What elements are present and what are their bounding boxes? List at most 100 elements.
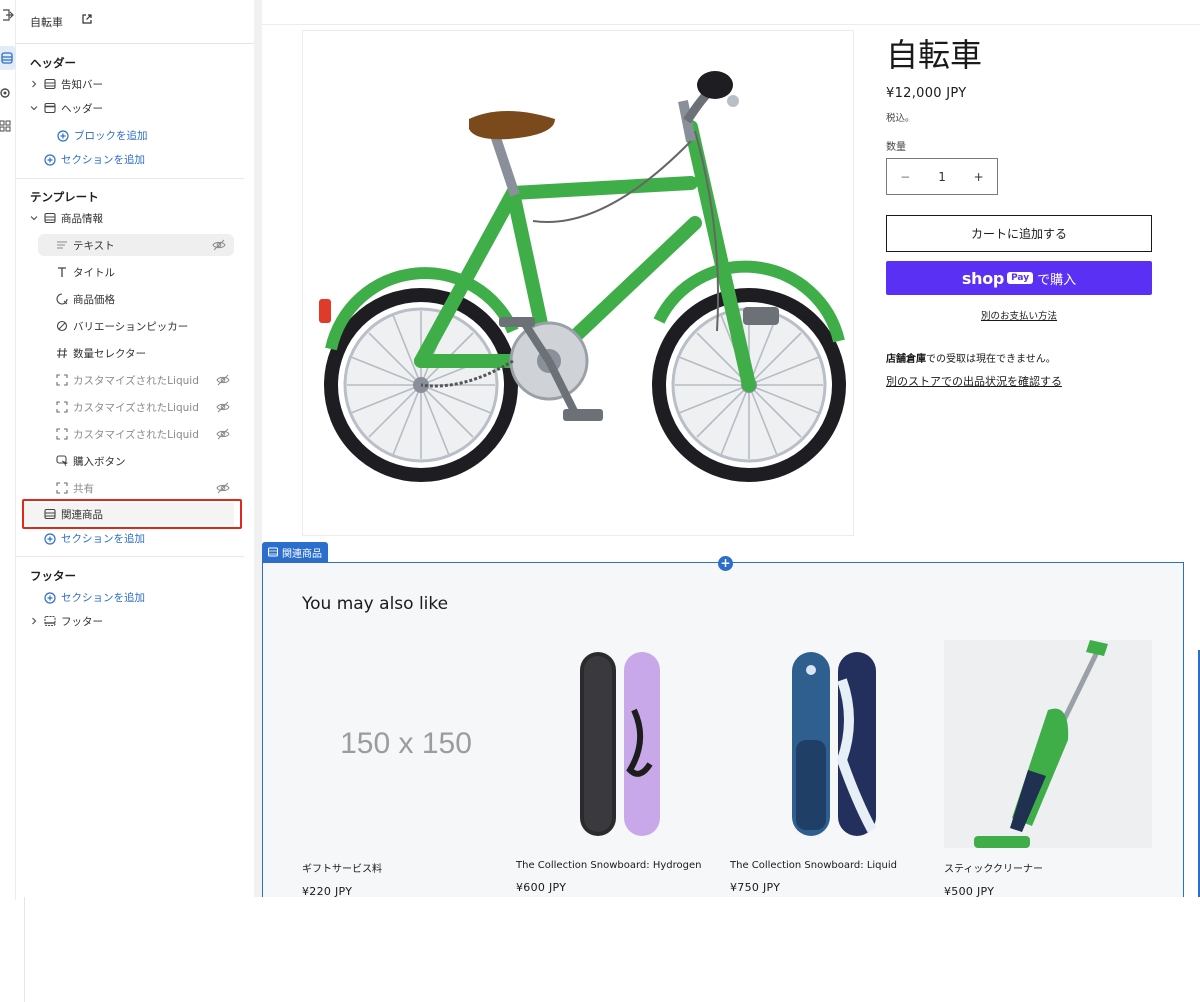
block-item-text[interactable]: テキスト	[38, 234, 234, 256]
block-label: バリエーションピッカー	[73, 320, 189, 333]
product-title: 自転車	[886, 36, 983, 74]
chevron-down-icon[interactable]	[30, 214, 38, 222]
pay-badge: Pay	[1007, 272, 1034, 284]
eye-hidden-icon[interactable]	[216, 401, 230, 413]
block-label: タイトル	[73, 266, 115, 279]
sidebar-item-label: ヘッダー	[61, 102, 103, 115]
sidebar-item-header[interactable]: ヘッダー	[16, 97, 254, 119]
plus-circle-icon	[44, 532, 56, 545]
chevron-down-icon[interactable]	[30, 104, 38, 112]
price-tag-icon	[56, 293, 68, 305]
gear-icon[interactable]	[0, 86, 14, 100]
chevron-right-icon[interactable]	[30, 80, 38, 88]
chevron-right-icon[interactable]	[30, 617, 38, 625]
sidebar-item-announcement-bar[interactable]: 告知バー	[16, 73, 254, 95]
eye-hidden-icon[interactable]	[216, 374, 230, 386]
header-group-title: ヘッダー	[30, 56, 76, 70]
block-item-custom-liquid[interactable]: カスタマイズされたLiquid	[16, 423, 254, 445]
cursor-click-icon	[56, 455, 68, 467]
apps-icon[interactable]	[0, 120, 14, 134]
footer-section-icon	[44, 615, 56, 627]
add-section-link-template[interactable]: セクションを追加	[44, 531, 145, 546]
section-icon	[44, 212, 56, 224]
custom-liquid-icon	[56, 428, 68, 440]
tax-note: 税込。	[886, 113, 915, 124]
eye-hidden-icon[interactable]	[216, 428, 230, 440]
product-card[interactable]: The Collection Snowboard: Liquid ¥750 JP…	[730, 640, 938, 894]
shop-pay-logo: shop	[961, 268, 1005, 288]
eye-hidden-icon[interactable]	[216, 482, 230, 494]
plus-button[interactable]: +	[960, 170, 997, 184]
shop-pay-button[interactable]: shop Pay で購入	[886, 261, 1152, 295]
block-item-buy-button[interactable]: 購入ボタン	[16, 450, 254, 472]
product-card-name[interactable]: The Collection Snowboard: Hydrogen	[516, 860, 724, 871]
blank-overlay	[24, 897, 1200, 1002]
plus-circle-icon	[57, 129, 69, 142]
theme-editor-sidebar: 自転車 ヘッダー 告知バー ヘッダー ブロックを追加 セクションを追加 テンプレ…	[16, 0, 254, 900]
add-to-cart-button[interactable]: カートに追加する	[886, 215, 1152, 252]
add-section-link-header[interactable]: セクションを追加	[44, 152, 145, 167]
sidebar-item-product-info[interactable]: 商品情報	[16, 207, 254, 229]
more-payment-options-link[interactable]: 別のお支払い方法	[886, 308, 1152, 322]
product-card[interactable]: 150 x 150 ギフトサービス料 ¥220 JPY	[302, 640, 510, 898]
sidebar-item-label: 商品情報	[61, 212, 103, 225]
block-item-share[interactable]: 共有	[16, 477, 254, 499]
exit-icon[interactable]	[0, 8, 14, 22]
product-price: ¥12,000 JPY	[886, 86, 967, 101]
block-label: 購入ボタン	[73, 455, 126, 468]
variant-picker-icon	[56, 320, 68, 332]
add-section-link-footer[interactable]: セクションを追加	[44, 590, 145, 605]
block-item-custom-liquid[interactable]: カスタマイズされたLiquid	[16, 396, 254, 418]
text-block-icon	[57, 241, 67, 249]
custom-liquid-icon	[56, 374, 68, 386]
divider	[16, 178, 244, 179]
sidebar-item-label: フッター	[61, 615, 103, 628]
highlight-annotation	[22, 499, 242, 529]
product-image[interactable]	[302, 30, 854, 536]
product-card-name[interactable]: The Collection Snowboard: Liquid	[730, 860, 938, 871]
block-item-variant-picker[interactable]: バリエーションピッカー	[16, 315, 254, 337]
placeholder-image: 150 x 150	[302, 640, 510, 848]
product-card-price: ¥750 JPY	[730, 881, 781, 894]
product-card[interactable]: The Collection Snowboard: Hydrogen ¥600 …	[516, 640, 724, 894]
bicycle-illustration	[319, 71, 846, 482]
block-item-quantity-selector[interactable]: 数量セレクター	[16, 342, 254, 364]
section-icon	[268, 547, 278, 557]
add-section-plus-button[interactable]: +	[718, 556, 733, 571]
block-label: 数量セレクター	[73, 347, 147, 360]
snowboard-image	[580, 652, 660, 836]
product-card-name[interactable]: スティッククリーナー	[944, 860, 1152, 875]
block-item-title[interactable]: タイトル	[16, 261, 254, 283]
section-tag[interactable]: 関連商品	[262, 542, 328, 562]
related-heading: You may also like	[302, 594, 449, 614]
add-section-label: セクションを追加	[61, 592, 145, 604]
snowboard-image	[792, 652, 877, 836]
block-item-price[interactable]: 商品価格	[16, 288, 254, 310]
eye-hidden-icon[interactable]	[212, 239, 226, 251]
section-icon	[44, 78, 56, 90]
minus-button[interactable]: −	[887, 170, 924, 184]
product-card-price: ¥600 JPY	[516, 881, 567, 894]
page-title: 自転車	[30, 16, 63, 29]
block-item-custom-liquid[interactable]: カスタマイズされたLiquid	[16, 369, 254, 391]
block-label: カスタマイズされたLiquid	[73, 428, 199, 441]
add-block-label: ブロックを追加	[74, 130, 148, 142]
pickup-availability: 店舗倉庫での受取は現在できません。	[886, 350, 1056, 365]
quantity-input[interactable]: 1	[924, 170, 961, 184]
check-other-stores-link[interactable]: 別のストアでの出品状況を確認する	[886, 373, 1062, 389]
add-block-link[interactable]: ブロックを追加	[57, 128, 148, 143]
product-card-name[interactable]: ギフトサービス料	[302, 860, 510, 875]
block-label: カスタマイズされたLiquid	[73, 374, 199, 387]
preview-gutter	[254, 0, 262, 1002]
divider	[16, 556, 244, 557]
block-label: 共有	[73, 482, 94, 495]
overlay-border	[24, 897, 25, 1002]
sidebar-item-footer[interactable]: フッター	[16, 610, 254, 632]
vacuum-image	[974, 640, 1108, 848]
sections-tab[interactable]	[0, 46, 16, 70]
pickup-text: での受取は現在できません。	[926, 354, 1056, 365]
footer-group-title: フッター	[30, 569, 76, 583]
product-card[interactable]: スティッククリーナー ¥500 JPY	[944, 640, 1152, 898]
external-link-icon[interactable]	[82, 14, 92, 24]
quantity-label: 数量	[886, 142, 906, 153]
